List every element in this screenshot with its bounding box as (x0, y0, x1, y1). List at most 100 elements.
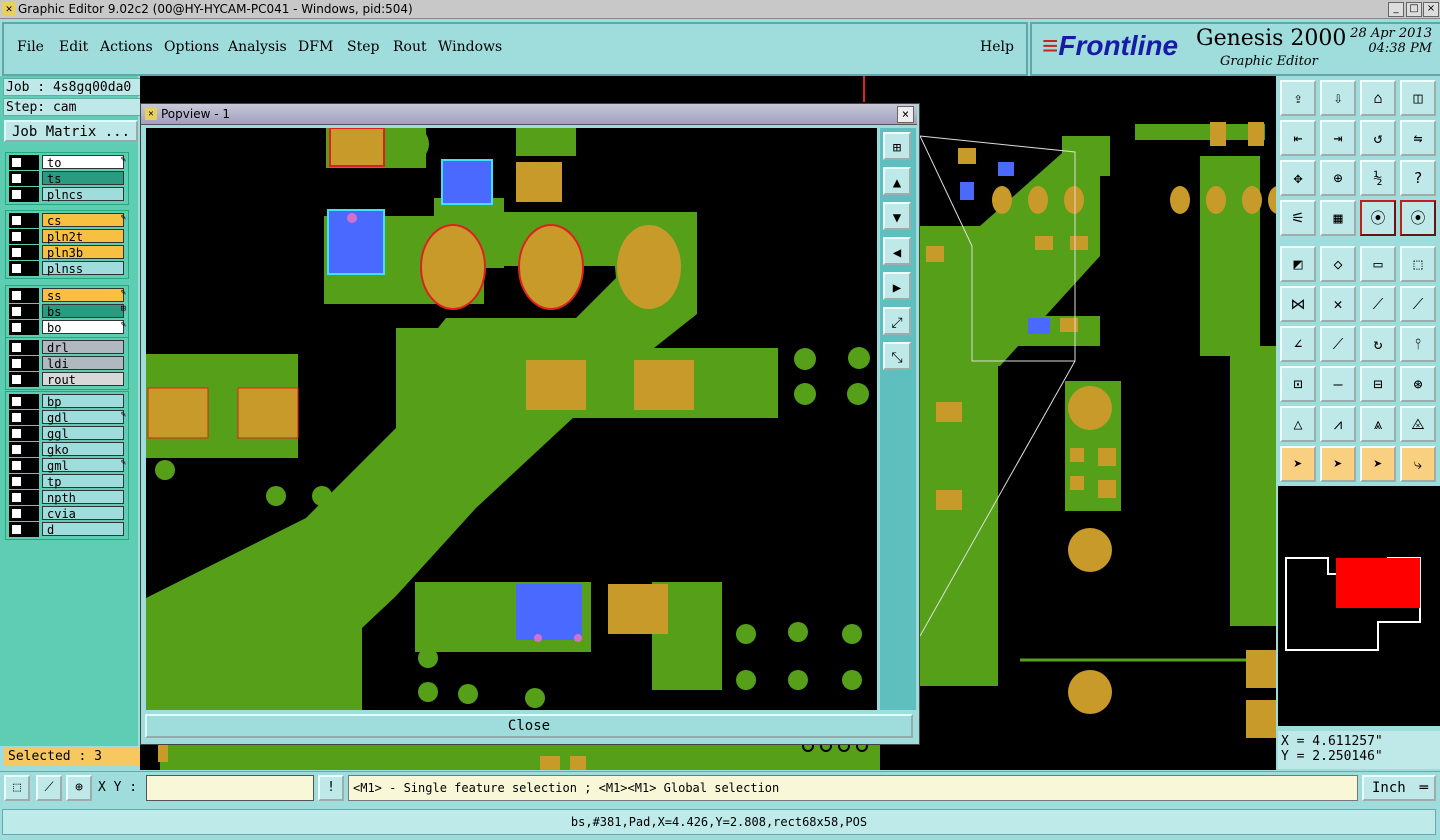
move-left-icon[interactable]: ⇤ (1280, 120, 1316, 156)
layer-name[interactable]: d (42, 522, 124, 537)
point-icon[interactable]: ⟋ (1360, 286, 1396, 322)
job-matrix-button[interactable]: Job Matrix ... (4, 120, 138, 142)
zoom-out-icon[interactable]: ⤡ (883, 342, 911, 370)
layer-name[interactable]: drl (42, 340, 124, 355)
popview-close-icon[interactable]: × (897, 106, 914, 123)
node-icon[interactable]: ⊡ (1280, 366, 1316, 402)
triangle-alt-icon[interactable]: ⩓ (1360, 406, 1396, 442)
layer-checkbox[interactable] (11, 247, 22, 258)
pointer-icon[interactable]: ➤ (1280, 446, 1316, 482)
layer-checkbox[interactable] (11, 231, 22, 242)
cross-icon[interactable]: ✕ (1320, 286, 1356, 322)
minimap[interactable] (1278, 486, 1440, 726)
layer-row[interactable]: rout (6, 372, 128, 387)
pointer-box-icon[interactable]: ➤ (1320, 446, 1356, 482)
alert-icon[interactable]: ! (318, 775, 344, 801)
pointer-alt-icon[interactable]: ➤ (1360, 446, 1396, 482)
zoom-fit-icon[interactable]: ✥ (1280, 160, 1316, 196)
layer-checkbox[interactable] (11, 173, 22, 184)
layer-checkbox[interactable] (11, 189, 22, 200)
layer-name[interactable]: gko (42, 442, 124, 457)
menu-analysis[interactable]: Analysis (228, 39, 287, 55)
route-icon[interactable]: ⤷ (1400, 446, 1436, 482)
layer-down-icon[interactable]: ⇩ (1320, 80, 1356, 116)
pan-right-icon[interactable]: ▶ (883, 272, 911, 300)
layer-row[interactable]: npth (6, 490, 128, 505)
xy-input[interactable] (146, 775, 314, 801)
layer-checkbox[interactable] (11, 215, 22, 226)
move-right-icon[interactable]: ⇥ (1320, 120, 1356, 156)
minus-icon[interactable]: — (1320, 366, 1356, 402)
layer-name[interactable]: pln3b (42, 245, 124, 260)
point-alt-icon[interactable]: ⟋ (1400, 286, 1436, 322)
menu-edit[interactable]: Edit (59, 39, 88, 55)
layer-name[interactable]: cs (42, 213, 124, 228)
layer-row[interactable]: ggl (6, 426, 128, 441)
minimize-button[interactable]: _ (1388, 2, 1404, 17)
ratio-icon[interactable]: ½ (1360, 160, 1396, 196)
layer-row[interactable]: bo ✎ (6, 320, 128, 335)
layer-checkbox[interactable] (11, 342, 22, 353)
unit-select[interactable]: Inch ═ (1362, 775, 1436, 801)
close-window-button[interactable]: × (1423, 2, 1439, 17)
angle-icon[interactable]: ∠ (1280, 326, 1316, 362)
layer-checkbox[interactable] (11, 492, 22, 503)
rotate-icon[interactable]: ↺ (1360, 120, 1396, 156)
popview-canvas[interactable] (146, 128, 877, 710)
triangle-cross-icon[interactable]: ⨻ (1400, 406, 1436, 442)
display-icon[interactable]: ⦿ (1360, 200, 1396, 236)
arc-icon[interactable]: ↻ (1360, 326, 1396, 362)
triangle-line-icon[interactable]: ⩘ (1320, 406, 1356, 442)
layer-name[interactable]: ts (42, 171, 124, 186)
snap-grid-icon[interactable]: ⊕ (66, 775, 92, 801)
menu-windows[interactable]: Windows (438, 39, 502, 55)
layer-row[interactable]: bp (6, 394, 128, 409)
layer-row[interactable]: bs ⊞ (6, 304, 128, 319)
add-line-icon[interactable]: ◇ (1320, 246, 1356, 282)
maximize-button[interactable]: □ (1406, 2, 1422, 17)
layer-checkbox[interactable] (11, 263, 22, 274)
layer-row[interactable]: cs ✎ (6, 213, 128, 228)
pan-down-icon[interactable]: ▼ (883, 202, 911, 230)
pan-up-icon[interactable]: ▲ (883, 167, 911, 195)
layer-checkbox[interactable] (11, 157, 22, 168)
menu-step[interactable]: Step (347, 39, 379, 55)
snap-icon[interactable]: ⬚ (1400, 246, 1436, 282)
layer-name[interactable]: pln2t (42, 229, 124, 244)
split-icon[interactable]: ◫ (1400, 80, 1436, 116)
layer-row[interactable]: plncs (6, 187, 128, 202)
layer-row[interactable]: gdl ✎ (6, 410, 128, 425)
layer-row[interactable]: cvia (6, 506, 128, 521)
layer-name[interactable]: cvia (42, 506, 124, 521)
zoom-in-icon[interactable]: ⤢ (883, 307, 911, 335)
text-icon[interactable]: ⫯ (1400, 326, 1436, 362)
help-icon[interactable]: ? (1400, 160, 1436, 196)
layer-row[interactable]: pln2t (6, 229, 128, 244)
layer-name[interactable]: tp (42, 474, 124, 489)
layer-checkbox[interactable] (11, 508, 22, 519)
layer-checkbox[interactable] (11, 444, 22, 455)
layer-name[interactable]: ss (42, 288, 124, 303)
layer-row[interactable]: gml ✎ (6, 458, 128, 473)
layer-name[interactable]: gml (42, 458, 124, 473)
layer-name[interactable]: bo (42, 320, 124, 335)
layer-checkbox[interactable] (11, 290, 22, 301)
menu-options[interactable]: Options (164, 39, 219, 55)
layer-checkbox[interactable] (11, 476, 22, 487)
popview-close-button[interactable]: Close (145, 714, 913, 738)
layer-row[interactable]: ss ✎ (6, 288, 128, 303)
layer-row[interactable]: tp (6, 474, 128, 489)
ruler-icon[interactable]: ▭ (1360, 246, 1396, 282)
line-icon[interactable]: ⟋ (1320, 326, 1356, 362)
layer-name[interactable]: npth (42, 490, 124, 505)
layer-checkbox[interactable] (11, 412, 22, 423)
shape-icon[interactable]: ⊛ (1400, 366, 1436, 402)
layer-row[interactable]: ts (6, 171, 128, 186)
zoom-center-icon[interactable]: ⊕ (1320, 160, 1356, 196)
pan-left-icon[interactable]: ◀ (883, 237, 911, 265)
layer-name[interactable]: ggl (42, 426, 124, 441)
layer-checkbox[interactable] (11, 374, 22, 385)
connect-icon[interactable]: ⋈ (1280, 286, 1316, 322)
layer-row[interactable]: pln3b (6, 245, 128, 260)
layer-name[interactable]: bp (42, 394, 124, 409)
